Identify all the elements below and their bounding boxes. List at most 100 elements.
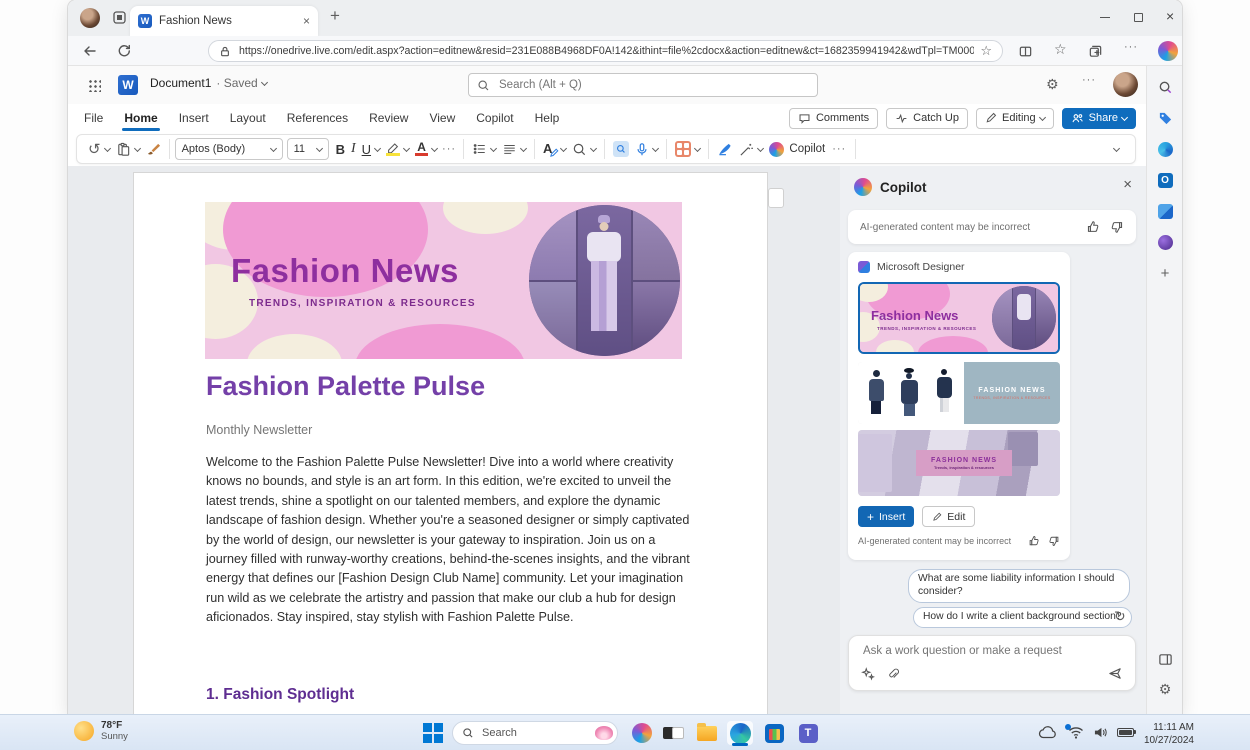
browser-tab[interactable]: W Fashion News × (130, 6, 318, 36)
sidebar-outlook-icon[interactable]: O (1156, 171, 1174, 189)
designer-thumbnail-2[interactable]: FASHION NEWS TRENDS, INSPIRATION & RESOU… (858, 362, 1060, 424)
highlight-button[interactable] (383, 137, 412, 161)
word-search-box[interactable] (468, 73, 818, 97)
font-name-select[interactable]: Aptos (Body) (175, 138, 283, 160)
underline-button[interactable]: U (359, 137, 383, 161)
more-menu-icon[interactable]: ··· (1124, 41, 1138, 53)
catch-up-button[interactable]: Catch Up (886, 108, 968, 129)
bold-button[interactable]: B (333, 137, 348, 161)
task-view-icon[interactable] (661, 721, 687, 745)
menu-help[interactable]: Help (535, 111, 560, 125)
format-painter-button[interactable] (143, 137, 164, 161)
start-button[interactable] (420, 721, 446, 745)
attach-paperclip-icon[interactable] (887, 667, 900, 681)
send-icon[interactable] (1107, 666, 1123, 681)
taskbar-search-box[interactable]: Search (452, 721, 618, 745)
document-banner-image[interactable]: Fashion News TRENDS, INSPIRATION & RESOU… (205, 202, 682, 359)
suggestion-chip[interactable]: How do I write a client background secti… (913, 607, 1132, 628)
document-heading-title[interactable]: Fashion Palette Pulse (206, 371, 485, 402)
refresh-icon[interactable] (116, 43, 132, 59)
sidebar-panel-icon[interactable] (1156, 650, 1174, 668)
thumbs-down-icon[interactable] (1110, 220, 1124, 234)
line-spacing-button[interactable] (499, 137, 529, 161)
undo-button[interactable]: ↺ (85, 137, 113, 161)
styles-button[interactable]: A (540, 137, 569, 161)
refresh-suggestions-icon[interactable]: ↻ (1114, 608, 1126, 625)
document-page[interactable]: Fashion News TRENDS, INSPIRATION & RESOU… (133, 172, 768, 714)
paste-button[interactable] (113, 137, 143, 161)
taskbar-clock[interactable]: 11:11 AM 10/27/2024 (1128, 721, 1194, 747)
immersive-reader-button[interactable] (610, 137, 632, 161)
close-window-icon[interactable]: × (1166, 8, 1174, 24)
account-avatar[interactable] (1113, 72, 1138, 97)
edit-button[interactable]: Edit (922, 506, 975, 527)
designer-button[interactable] (672, 137, 703, 161)
tab-actions-icon[interactable] (112, 10, 127, 25)
rewrite-button[interactable] (736, 137, 766, 161)
ribbon-copilot-button[interactable]: Copilot (766, 137, 828, 161)
document-title-group[interactable]: Document1 · Saved (150, 76, 267, 90)
font-color-button[interactable]: A (412, 137, 440, 161)
document-body-paragraph[interactable]: Welcome to the Fashion Palette Pulse New… (206, 453, 700, 628)
document-section-heading[interactable]: 1. Fashion Spotlight (206, 686, 354, 704)
collections-icon[interactable] (1088, 44, 1103, 59)
copilot-input[interactable] (861, 644, 1121, 658)
taskbar-weather-widget[interactable]: 78°F Sunny (74, 720, 128, 742)
microsoft-store-icon[interactable] (761, 721, 787, 745)
word-search-input[interactable] (497, 78, 809, 92)
word-more-icon[interactable]: ··· (1082, 74, 1096, 86)
favorites-icon[interactable]: ☆ (1054, 41, 1067, 58)
settings-gear-icon[interactable]: ⚙ (1046, 76, 1059, 93)
thumbs-up-icon[interactable] (1028, 535, 1040, 547)
edge-browser-icon[interactable] (727, 721, 753, 745)
new-tab-icon[interactable]: + (330, 6, 340, 26)
editor-button[interactable] (714, 137, 736, 161)
taskbar-copilot-icon[interactable] (629, 721, 655, 745)
browser-profile-avatar[interactable] (80, 8, 100, 28)
designer-thumbnail-3[interactable]: FASHION NEWS Trends, inspiration & resou… (858, 430, 1060, 496)
sidebar-add-icon[interactable]: + (1156, 264, 1174, 282)
teams-icon[interactable]: T (795, 721, 821, 745)
copilot-close-icon[interactable]: × (1123, 176, 1132, 193)
menu-view[interactable]: View (429, 111, 455, 125)
menu-insert[interactable]: Insert (179, 111, 209, 125)
italic-button[interactable]: I (348, 137, 359, 161)
suggestion-chip[interactable]: What are some liability information I sh… (908, 569, 1130, 603)
menu-references[interactable]: References (287, 111, 348, 125)
sidebar-settings-icon[interactable]: ⚙ (1156, 680, 1174, 698)
address-bar[interactable]: https://onedrive.live.com/edit.aspx?acti… (208, 40, 1003, 62)
menu-file[interactable]: File (84, 111, 103, 125)
ribbon-more-icon[interactable]: ··· (832, 143, 846, 155)
document-subtitle[interactable]: Monthly Newsletter (206, 423, 312, 437)
find-button[interactable] (569, 137, 599, 161)
menu-review[interactable]: Review (369, 111, 408, 125)
sidebar-game-icon[interactable] (1156, 233, 1174, 251)
dictate-button[interactable] (632, 137, 661, 161)
menu-layout[interactable]: Layout (230, 111, 266, 125)
file-explorer-icon[interactable] (694, 721, 720, 745)
share-button[interactable]: Share (1062, 108, 1136, 129)
url-text[interactable]: https://onedrive.live.com/edit.aspx?acti… (239, 45, 974, 57)
menu-copilot[interactable]: Copilot (476, 111, 513, 125)
edge-copilot-icon[interactable] (1158, 41, 1178, 61)
font-size-select[interactable]: 11 (287, 138, 329, 160)
insert-button[interactable]: + Insert (858, 506, 914, 527)
sidebar-tools-icon[interactable] (1156, 140, 1174, 158)
menu-home[interactable]: Home (124, 111, 157, 125)
scrollbar-handle[interactable] (768, 188, 784, 208)
thumbs-down-icon[interactable] (1048, 535, 1060, 547)
comments-button[interactable]: Comments (789, 108, 878, 129)
app-launcher-icon[interactable] (88, 79, 101, 92)
tab-close-icon[interactable]: × (303, 14, 310, 28)
search-highlight-image[interactable] (595, 726, 613, 740)
collapse-ribbon-icon[interactable] (1113, 144, 1120, 151)
sidebar-search-icon[interactable] (1156, 78, 1174, 96)
thumbs-up-icon[interactable] (1086, 220, 1100, 234)
minimize-icon[interactable] (1100, 17, 1110, 18)
editing-mode-button[interactable]: Editing (976, 108, 1054, 129)
back-icon[interactable] (82, 43, 98, 59)
bookmark-star-icon[interactable]: ☆ (980, 43, 992, 59)
bullets-button[interactable] (469, 137, 499, 161)
sidebar-drive-icon[interactable] (1156, 202, 1174, 220)
system-tray[interactable] (1038, 725, 1136, 739)
